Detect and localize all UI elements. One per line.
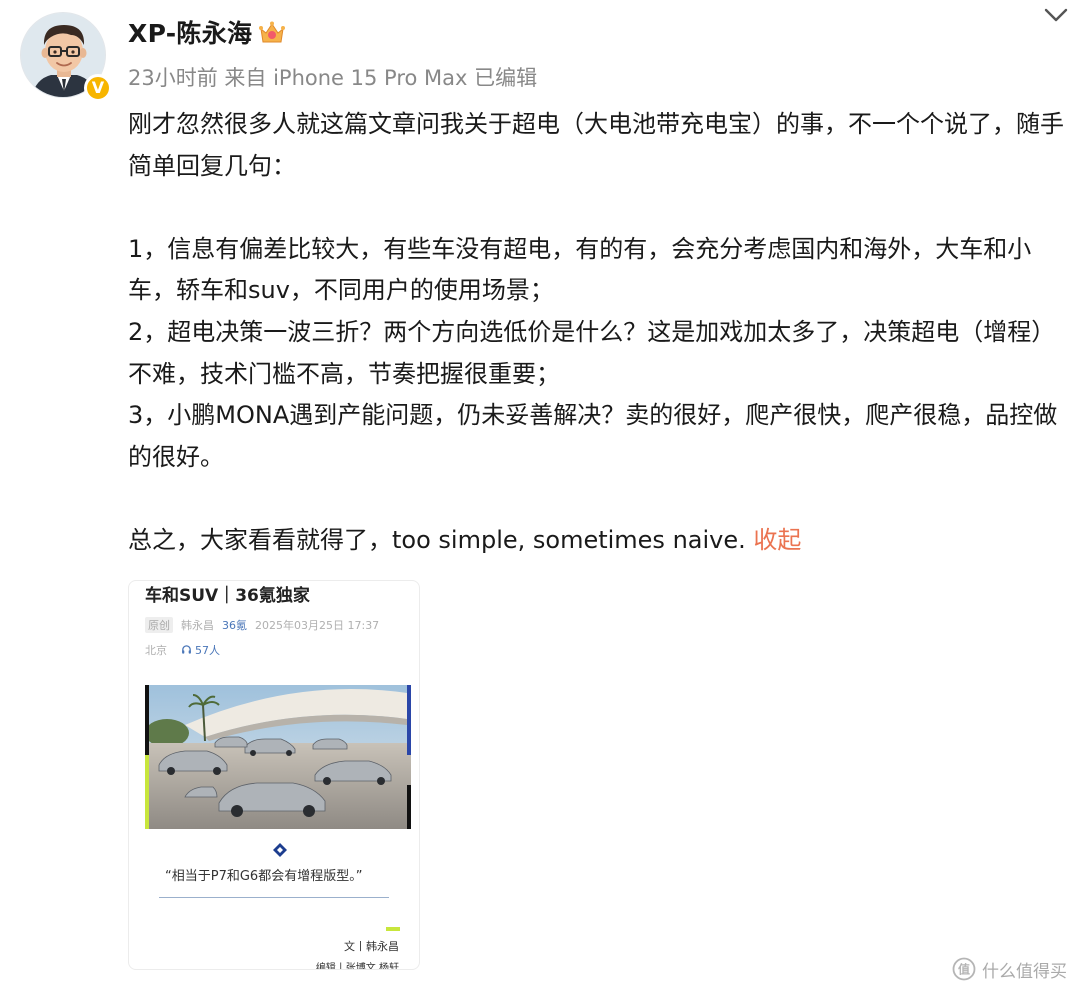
collapse-link[interactable]: 收起	[753, 526, 801, 554]
post-paragraph: 刚才忽然很多人就这篇文章问我关于超电（大电池带充电宝）的事，不一个个说了，随手简…	[128, 110, 1064, 180]
article-source: 36氪	[222, 619, 247, 632]
article-divider	[159, 897, 389, 898]
article-location: 北京	[145, 644, 167, 657]
post-body: 刚才忽然很多人就这篇文章问我关于超电（大电池带充电宝）的事，不一个个说了，随手简…	[128, 104, 1068, 562]
chevron-down-icon[interactable]	[1040, 4, 1072, 28]
verified-icon: V	[84, 74, 112, 102]
article-author-line: 文丨韩永昌	[344, 940, 399, 953]
post-item-3: 3，小鹏MONA遇到产能问题，仍未妥善解决？卖的很好，爬产很快，爬产很稳，品控做…	[128, 401, 1058, 471]
svg-text:值: 值	[958, 962, 970, 977]
avatar[interactable]: V	[20, 12, 112, 102]
post-summary-text: 总之，大家看看就得了，too simple, sometimes naive.	[128, 525, 754, 554]
article-quote: “相当于P7和G6都会有增程版型。”	[165, 869, 363, 884]
article-image-card[interactable]: 车和SUV｜36氪独家 原创 韩永昌 36氪 2025年03月25日 17:37 北京…	[128, 580, 420, 970]
post-item-1: 1，信息有偏差比较大，有些车没有超电，有的有，会充分考虑国内和海外，大车和小车，…	[128, 234, 1032, 305]
post-meta: 23小时前 来自 iPhone 15 Pro Max 已编辑	[128, 66, 538, 90]
diamond-icon	[272, 842, 288, 858]
cars-photo	[145, 685, 411, 829]
article-author-name: 韩永昌	[181, 619, 214, 632]
article-location-row: 北京 57人	[145, 642, 220, 658]
listen-count-text: 57人	[195, 644, 220, 657]
headphone-icon	[181, 645, 191, 654]
post-item-2: 2，超电决策一波三折？两个方向选低价是什么？这是加戏加太多了，决策超电（增程）不…	[128, 317, 1056, 388]
article-accent-bar	[386, 927, 400, 931]
original-tag: 原创	[145, 617, 173, 633]
site-watermark: 值 什么值得买	[952, 956, 1067, 982]
listen-count: 57人	[181, 644, 220, 657]
watermark-text: 什么值得买	[982, 961, 1067, 982]
article-datetime: 2025年03月25日 17:37	[255, 619, 380, 632]
article-title: 车和SUV｜36氪独家	[145, 586, 310, 606]
smzdm-logo-icon: 值	[952, 957, 976, 981]
post-summary: 总之，大家看看就得了，too simple, sometimes naive. …	[128, 520, 1068, 562]
username[interactable]: XP-陈永海	[128, 14, 252, 50]
article-meta: 原创 韩永昌 36氪 2025年03月25日 17:37	[145, 617, 379, 633]
vip-crown-icon[interactable]	[258, 20, 286, 46]
article-editor-line: 编辑丨张博文 杨轩	[315, 963, 399, 970]
